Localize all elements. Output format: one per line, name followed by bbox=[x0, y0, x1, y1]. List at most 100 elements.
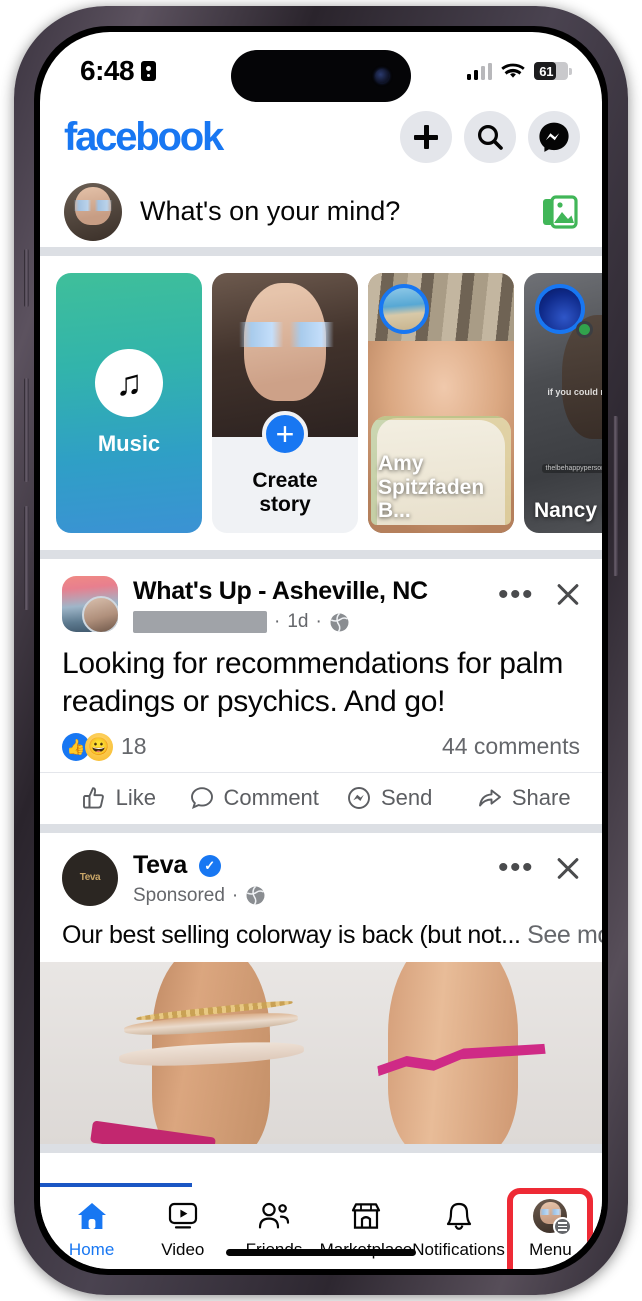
page-avatar[interactable] bbox=[62, 576, 118, 632]
redacted-text-bar bbox=[133, 611, 267, 633]
nav-label: Menu bbox=[529, 1240, 572, 1259]
wifi-icon bbox=[501, 63, 525, 78]
story-card-music[interactable]: ♫ Music bbox=[56, 273, 202, 533]
reaction-count: 18 bbox=[121, 733, 147, 760]
story-author-name: Nancy M bbox=[534, 499, 602, 523]
ad-copy: Our best selling colorway is back (but n… bbox=[62, 920, 521, 949]
nav-tab-notifications[interactable]: Notifications bbox=[412, 1199, 505, 1260]
post-action-bar: Like Comment Send Share bbox=[40, 771, 602, 824]
dynamic-island bbox=[231, 50, 411, 102]
ad-image[interactable] bbox=[40, 961, 602, 1144]
story-label: Create story bbox=[212, 469, 358, 517]
messenger-icon bbox=[539, 122, 569, 152]
story-author-avatar bbox=[379, 284, 429, 334]
meta-separator: · bbox=[231, 884, 239, 906]
friends-icon bbox=[257, 1199, 291, 1233]
haha-reaction-icon: 😀 bbox=[85, 732, 113, 761]
composer-placeholder[interactable]: What's on your mind? bbox=[140, 196, 522, 227]
status-indicators: 61 bbox=[466, 62, 572, 80]
close-icon[interactable] bbox=[554, 854, 582, 882]
advertiser-avatar[interactable]: Teva bbox=[62, 849, 118, 906]
story-handle: thelbehappyperson bbox=[541, 464, 602, 474]
bottom-navigation: Home Video Notifications Menu bbox=[40, 1183, 602, 1269]
post-timestamp: 1d bbox=[287, 611, 309, 632]
battery-percent: 61 bbox=[539, 63, 554, 79]
plus-icon bbox=[414, 125, 438, 149]
action-label: Comment bbox=[223, 784, 319, 810]
nav-tab-menu[interactable]: Menu bbox=[505, 1188, 596, 1269]
messenger-button[interactable] bbox=[528, 111, 580, 163]
facebook-logo[interactable]: facebook bbox=[64, 115, 224, 160]
post-author-name[interactable]: What's Up - Asheville, NC bbox=[133, 577, 483, 606]
more-options-icon[interactable]: ••• bbox=[498, 579, 534, 609]
share-arrow-icon bbox=[478, 789, 501, 807]
reaction-icons: 👍 😀 bbox=[62, 732, 113, 761]
marketplace-store-icon bbox=[350, 1199, 382, 1233]
phone-frame: 6:48 61 facebook What's on your mind? ♫ … bbox=[14, 6, 628, 1295]
video-icon bbox=[167, 1199, 199, 1233]
post-meta: · 1d · bbox=[133, 611, 483, 633]
story-card-amy[interactable]: Amy Spitzfaden B... bbox=[368, 273, 514, 533]
messenger-send-icon bbox=[348, 786, 370, 809]
action-button[interactable] bbox=[24, 249, 29, 307]
story-overlay-text: if you could ng abou bbox=[547, 387, 602, 398]
create-button[interactable] bbox=[400, 111, 452, 163]
battery-icon: 61 bbox=[534, 62, 572, 80]
post-body-text: Looking for recommendations for palm rea… bbox=[62, 647, 564, 719]
thumbs-up-icon bbox=[82, 787, 104, 809]
comment-button[interactable]: Comment bbox=[189, 785, 319, 811]
globe-icon bbox=[246, 886, 265, 906]
like-button[interactable]: Like bbox=[54, 785, 183, 811]
status-bar: 6:48 61 bbox=[40, 32, 602, 102]
search-button[interactable] bbox=[464, 111, 516, 163]
reactions-group[interactable]: 👍 😀 18 bbox=[62, 732, 147, 761]
bell-icon bbox=[444, 1199, 474, 1233]
share-button[interactable]: Share bbox=[459, 785, 588, 811]
front-camera-icon bbox=[375, 69, 389, 83]
globe-icon bbox=[330, 612, 349, 632]
search-icon bbox=[478, 125, 503, 150]
avatar-inset bbox=[82, 596, 118, 632]
create-label-line1: Create bbox=[252, 468, 318, 492]
post-header: What's Up - Asheville, NC · 1d · ••• bbox=[40, 559, 602, 643]
stories-carousel[interactable]: ♫ Music + Create story Amy Spitzfaden B.… bbox=[40, 256, 602, 559]
more-options-icon[interactable]: ••• bbox=[498, 853, 534, 883]
advertiser-name: Teva bbox=[133, 850, 187, 879]
nav-label: Home bbox=[68, 1240, 115, 1259]
comment-count[interactable]: 44 comments bbox=[442, 733, 580, 760]
post-author-block: What's Up - Asheville, NC · 1d · bbox=[133, 576, 483, 633]
close-icon[interactable] bbox=[554, 580, 582, 608]
nav-label: Notifications bbox=[412, 1240, 505, 1259]
story-card-nancy[interactable]: if you could ng abou thelbehappyperson N… bbox=[524, 273, 602, 533]
action-label: Share bbox=[511, 784, 571, 810]
photo-library-icon[interactable] bbox=[540, 192, 580, 232]
action-label: Send bbox=[380, 784, 433, 810]
status-time: 6:48 bbox=[80, 55, 135, 86]
home-indicator[interactable] bbox=[226, 1249, 416, 1256]
home-icon bbox=[76, 1199, 108, 1233]
status-time-group: 6:48 bbox=[80, 55, 157, 87]
volume-down-button[interactable] bbox=[24, 506, 29, 610]
send-button[interactable]: Send bbox=[325, 785, 454, 811]
nav-tab-video[interactable]: Video bbox=[137, 1199, 228, 1260]
story-name-line1: Amy bbox=[378, 452, 424, 476]
post-composer[interactable]: What's on your mind? bbox=[40, 176, 602, 256]
user-avatar[interactable] bbox=[64, 182, 122, 241]
see-more-link[interactable]: See more bbox=[527, 921, 602, 949]
action-label: Like bbox=[115, 784, 156, 810]
avatar-glasses bbox=[538, 1209, 563, 1215]
music-note-icon: ♫ bbox=[95, 349, 163, 417]
story-name-line2: Spitzfaden B... bbox=[378, 475, 485, 523]
post-author-name[interactable]: Teva ✓ bbox=[133, 851, 483, 880]
nav-tab-bar: Home Video Notifications Menu bbox=[40, 1187, 602, 1269]
hamburger-badge-icon bbox=[553, 1217, 573, 1236]
post-header: Teva Teva ✓ Sponsored · ••• bbox=[40, 833, 602, 917]
nav-tab-home[interactable]: Home bbox=[46, 1199, 137, 1260]
volume-up-button[interactable] bbox=[24, 378, 29, 482]
nav-label: Video bbox=[161, 1240, 205, 1259]
power-button[interactable] bbox=[613, 416, 618, 576]
story-card-create[interactable]: + Create story bbox=[212, 273, 358, 533]
app-header: facebook bbox=[40, 98, 602, 176]
post-controls: ••• bbox=[498, 850, 582, 883]
cellular-signal-icon bbox=[466, 62, 492, 80]
